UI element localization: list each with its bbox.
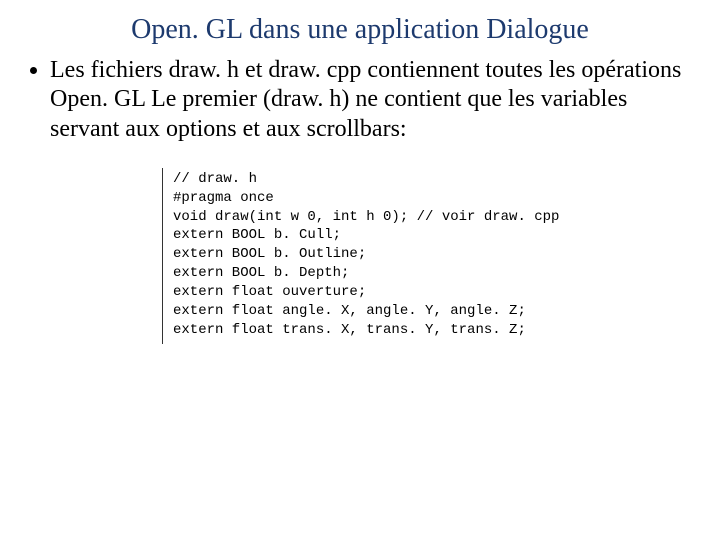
code-line: // draw. h xyxy=(173,170,698,189)
slide-body: Les fichiers draw. h et draw. cpp contie… xyxy=(0,52,720,344)
code-line: void draw(int w 0, int h 0); // voir dra… xyxy=(173,208,698,227)
code-line: extern BOOL b. Cull; xyxy=(173,226,698,245)
slide-title: Open. GL dans une application Dialogue xyxy=(0,0,720,52)
code-line: extern float ouverture; xyxy=(173,283,698,302)
code-line: extern float angle. X, angle. Y, angle. … xyxy=(173,302,698,321)
code-line: extern float trans. X, trans. Y, trans. … xyxy=(173,321,698,340)
code-line: extern BOOL b. Depth; xyxy=(173,264,698,283)
code-line: #pragma once xyxy=(173,189,698,208)
code-block: // draw. h #pragma once void draw(int w … xyxy=(162,168,698,344)
code-line: extern BOOL b. Outline; xyxy=(173,245,698,264)
bullet-item-1: Les fichiers draw. h et draw. cpp contie… xyxy=(50,56,698,144)
slide: Open. GL dans une application Dialogue L… xyxy=(0,0,720,540)
bullet-list: Les fichiers draw. h et draw. cpp contie… xyxy=(22,56,698,144)
